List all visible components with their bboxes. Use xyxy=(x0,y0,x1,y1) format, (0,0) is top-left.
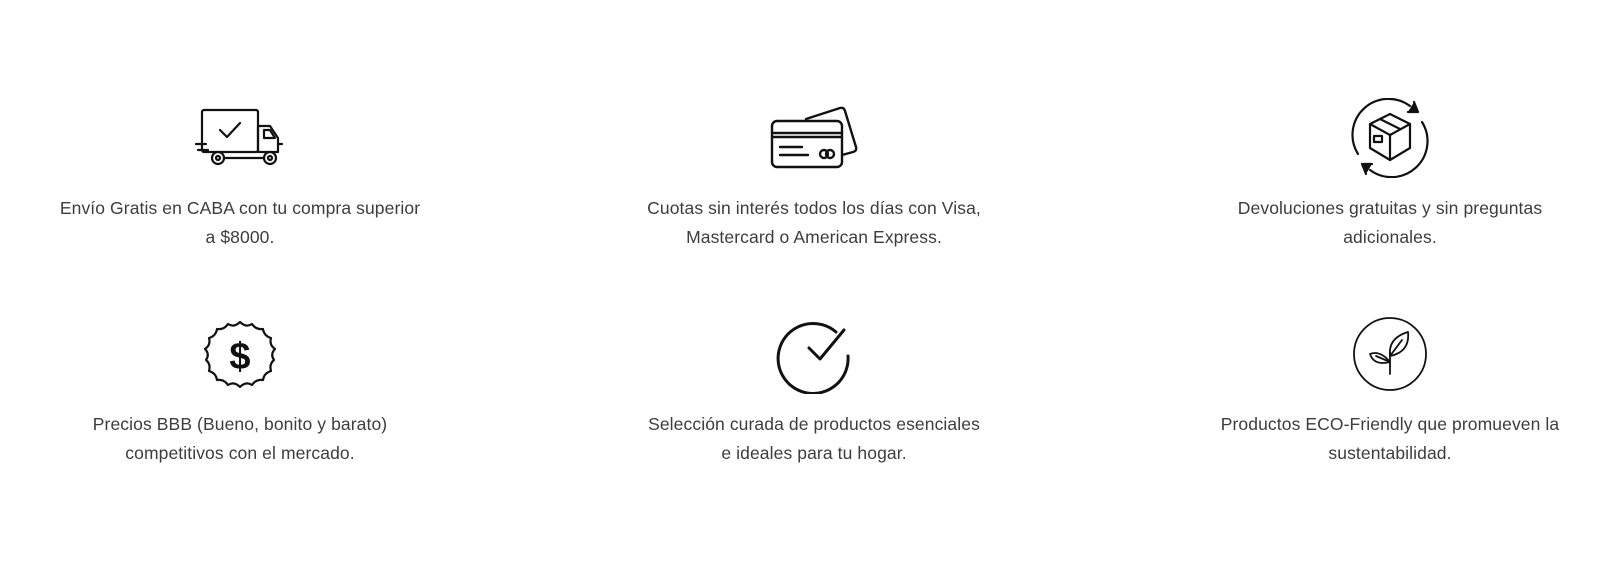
feature-returns: Devoluciones gratuitas y sin preguntas a… xyxy=(1190,98,1590,252)
feature-text: Envío Gratis en CABA con tu compra super… xyxy=(59,198,421,247)
svg-text:$: $ xyxy=(229,336,250,378)
features-section: Envío Gratis en CABA con tu compra super… xyxy=(0,0,1608,581)
feature-text: Productos ECO-Friendly que promueven la … xyxy=(1220,414,1560,463)
feature-eco-friendly: Productos ECO-Friendly que promueven la … xyxy=(1190,314,1590,468)
feature-text: Selección curada de productos esenciales… xyxy=(648,414,980,463)
feature-text: Devoluciones gratuitas y sin preguntas a… xyxy=(1237,198,1543,247)
delivery-truck-icon xyxy=(194,98,286,178)
feature-text: Cuotas sin interés todos los días con Vi… xyxy=(647,198,981,247)
feature-prices: $ Precios BBB (Bueno, bonito y barato) c… xyxy=(40,314,440,468)
feature-free-shipping: Envío Gratis en CABA con tu compra super… xyxy=(40,98,440,252)
return-box-icon xyxy=(1344,98,1436,178)
credit-card-icon xyxy=(768,98,860,178)
dollar-badge-icon: $ xyxy=(194,314,286,394)
feature-installments: Cuotas sin interés todos los días con Vi… xyxy=(614,98,1014,252)
check-circle-icon xyxy=(768,314,860,394)
feature-curated-selection: Selección curada de productos esenciales… xyxy=(614,314,1014,468)
feature-text: Precios BBB (Bueno, bonito y barato) com… xyxy=(92,414,388,463)
eco-leaf-icon xyxy=(1344,314,1436,394)
